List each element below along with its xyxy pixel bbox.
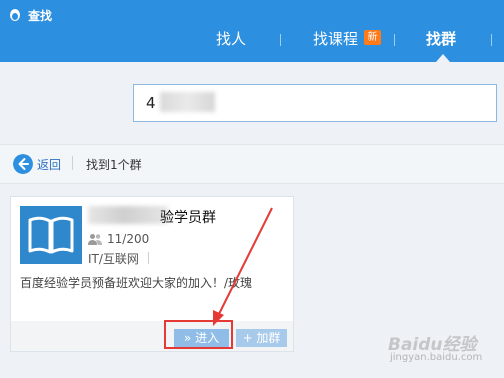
window-title: 查找: [28, 9, 53, 23]
member-count: 11/200: [107, 232, 150, 246]
members-icon: [88, 234, 102, 245]
toolbar-divider: [72, 156, 73, 170]
new-badge: 新: [364, 30, 381, 45]
tab-find-course[interactable]: 找课程: [313, 27, 358, 55]
book-icon: [20, 206, 82, 264]
category-divider: [148, 252, 149, 264]
qq-penguin-icon: [10, 9, 20, 21]
watermark-url: jingyan.baidu.com: [390, 352, 483, 363]
results-toolbar: [0, 145, 504, 183]
tab-divider: [280, 34, 281, 46]
join-group-button[interactable]: + 加群: [236, 329, 287, 347]
tab-find-people[interactable]: 找人: [216, 27, 246, 55]
result-count: 找到1个群: [86, 158, 142, 172]
back-arrow-icon[interactable]: [13, 154, 33, 174]
tab-find-group[interactable]: 找群: [426, 27, 456, 55]
redacted-group-name: [88, 206, 168, 224]
back-link[interactable]: 返回: [37, 156, 61, 173]
group-category: IT/互联网: [88, 252, 139, 266]
group-description: 百度经验学员预备班欢迎大家的加入！/玫瑰: [20, 276, 253, 290]
active-tab-pointer: [436, 54, 450, 62]
highlight-box: [164, 320, 233, 349]
group-name: 验学员群: [160, 210, 216, 226]
redacted-search-text: [160, 92, 215, 112]
tab-divider: [491, 34, 492, 46]
tab-divider: [394, 34, 395, 46]
divider: [0, 183, 504, 184]
